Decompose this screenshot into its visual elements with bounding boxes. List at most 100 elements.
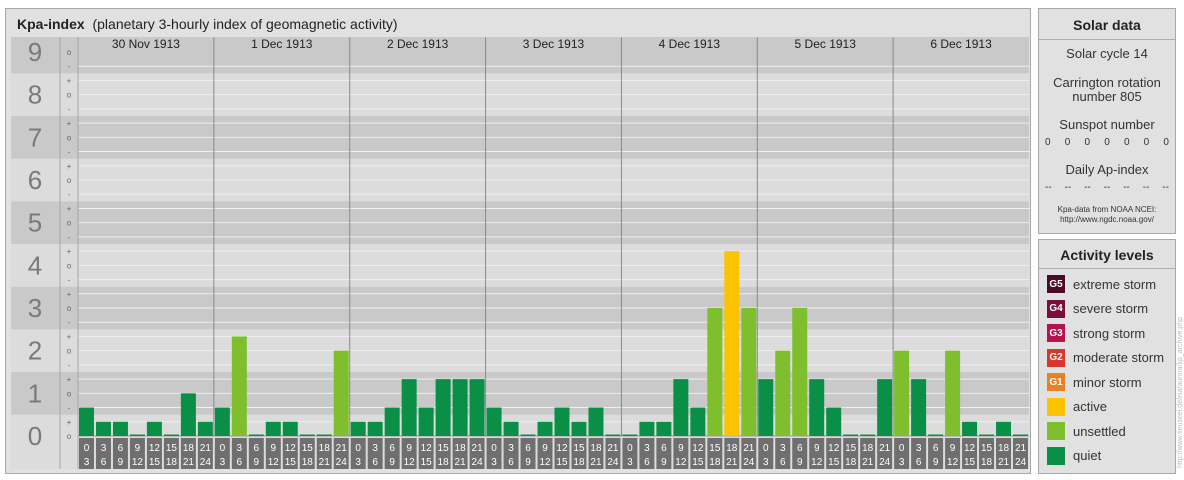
sunspot-value: 0 — [1084, 137, 1091, 148]
legend-label: quiet — [1073, 448, 1102, 463]
interval-end-label: 3 — [763, 457, 769, 468]
levels-header-divider — [1039, 268, 1175, 269]
source-line1: Kpa-data from NOAA NCEI: — [1057, 205, 1157, 214]
kp-bar — [520, 434, 536, 436]
interval-start-label: 18 — [862, 443, 874, 454]
interval-start-label: 9 — [678, 443, 684, 454]
y-minor-tick-label: - — [68, 190, 71, 199]
interval-end-label: 6 — [372, 457, 378, 468]
interval-start-label: 0 — [84, 443, 90, 454]
y-minor-tick-label: o — [67, 261, 72, 270]
kp-bar — [741, 308, 757, 436]
kp-bar — [707, 308, 723, 436]
interval-start-label: 15 — [709, 443, 721, 454]
legend-label: active — [1073, 399, 1107, 414]
kp-bar — [384, 407, 400, 436]
interval-start-label: 18 — [183, 443, 195, 454]
interval-start-label: 6 — [661, 443, 667, 454]
kp-bar — [197, 421, 213, 436]
legend-swatch: G4 — [1047, 299, 1065, 318]
kp-bar — [554, 407, 570, 436]
y-tick-label: 2 — [28, 336, 42, 366]
interval-start-label: 18 — [998, 443, 1010, 454]
interval-start-label: 21 — [200, 443, 212, 454]
interval-start-label: 21 — [607, 443, 619, 454]
interval-end-label: 18 — [573, 457, 585, 468]
legend-item: active — [1047, 397, 1107, 416]
interval-end-label: 9 — [797, 457, 803, 468]
interval-end-label: 24 — [200, 457, 212, 468]
y-minor-tick-label: o — [67, 48, 72, 57]
interval-start-label: 3 — [372, 443, 378, 454]
interval-end-label: 3 — [627, 457, 633, 468]
sunspot-value: 0 — [1123, 137, 1130, 148]
interval-end-label: 9 — [389, 457, 395, 468]
interval-start-label: 15 — [302, 443, 314, 454]
interval-end-label: 9 — [254, 457, 260, 468]
interval-start-label: 21 — [879, 443, 891, 454]
interval-start-label: 6 — [389, 443, 395, 454]
y-minor-tick-label: - — [68, 404, 71, 413]
interval-end-label: 24 — [879, 457, 891, 468]
legend-item: quiet — [1047, 446, 1102, 465]
y-minor-tick-label: - — [68, 105, 71, 114]
kp-bar — [894, 350, 910, 436]
solar-cycle: Solar cycle 14 — [1066, 46, 1148, 61]
y-tick-label: 7 — [28, 122, 42, 152]
interval-end-label: 21 — [998, 457, 1010, 468]
kp-bar — [503, 421, 519, 436]
kp-bar — [452, 379, 468, 436]
interval-start-label: 18 — [319, 443, 331, 454]
interval-start-label: 12 — [964, 443, 976, 454]
interval-end-label: 18 — [981, 457, 993, 468]
ap-value: -- — [1064, 182, 1072, 193]
y-minor-tick-label: + — [67, 247, 72, 256]
kp-bar — [418, 407, 434, 436]
y-minor-tick-label: - — [68, 233, 71, 242]
interval-start-label: 12 — [692, 443, 704, 454]
legend-swatch: G5 — [1047, 275, 1065, 293]
sunspot-values: 0 0 0 0 0 0 0 — [1045, 137, 1169, 148]
kp-bar — [962, 421, 978, 436]
kp-bar — [690, 407, 706, 436]
y-minor-tick-label: + — [67, 76, 72, 85]
interval-end-label: 15 — [828, 457, 840, 468]
interval-end-label: 12 — [947, 457, 959, 468]
legend-item: G5 extreme storm — [1047, 275, 1156, 293]
interval-end-label: 3 — [491, 457, 497, 468]
y-minor-tick-label: + — [67, 162, 72, 171]
kp-bar — [1013, 434, 1028, 436]
legend-swatch — [1047, 446, 1065, 465]
kp-bar — [945, 350, 961, 436]
kp-bar — [758, 379, 774, 436]
y-tick-label: 1 — [28, 378, 42, 408]
day-label: 5 Dec 1913 — [795, 37, 857, 51]
source-line2: http://www.ngdc.noaa.gov/ — [1060, 215, 1154, 224]
interval-end-label: 6 — [101, 457, 107, 468]
interval-end-label: 3 — [355, 457, 361, 468]
interval-start-label: 0 — [220, 443, 226, 454]
legend-item: G3 strong storm — [1047, 324, 1145, 342]
interval-end-label: 9 — [525, 457, 531, 468]
interval-end-label: 12 — [404, 457, 416, 468]
interval-start-label: 12 — [285, 443, 297, 454]
legend-label: severe storm — [1073, 301, 1149, 316]
kp-bar — [775, 350, 791, 436]
kp-bar — [571, 421, 587, 436]
interval-end-label: 18 — [302, 457, 314, 468]
solar-data-title: Solar data — [1073, 17, 1141, 33]
kp-bar — [231, 336, 247, 436]
legend-label: strong storm — [1073, 325, 1146, 341]
interval-end-label: 21 — [455, 457, 467, 468]
interval-end-label: 6 — [508, 457, 514, 468]
y-tick-label: 9 — [28, 37, 42, 67]
y-tick-label: 4 — [28, 250, 42, 280]
interval-start-label: 12 — [556, 443, 568, 454]
sunspot-label: Sunspot number — [1059, 117, 1155, 132]
kp-bar — [265, 421, 281, 436]
y-tick-label: 3 — [28, 293, 42, 323]
kp-bar — [656, 421, 672, 436]
kp-bar — [792, 308, 808, 436]
interval-start-label: 3 — [644, 443, 650, 454]
legend-swatch: G2 — [1047, 348, 1065, 367]
